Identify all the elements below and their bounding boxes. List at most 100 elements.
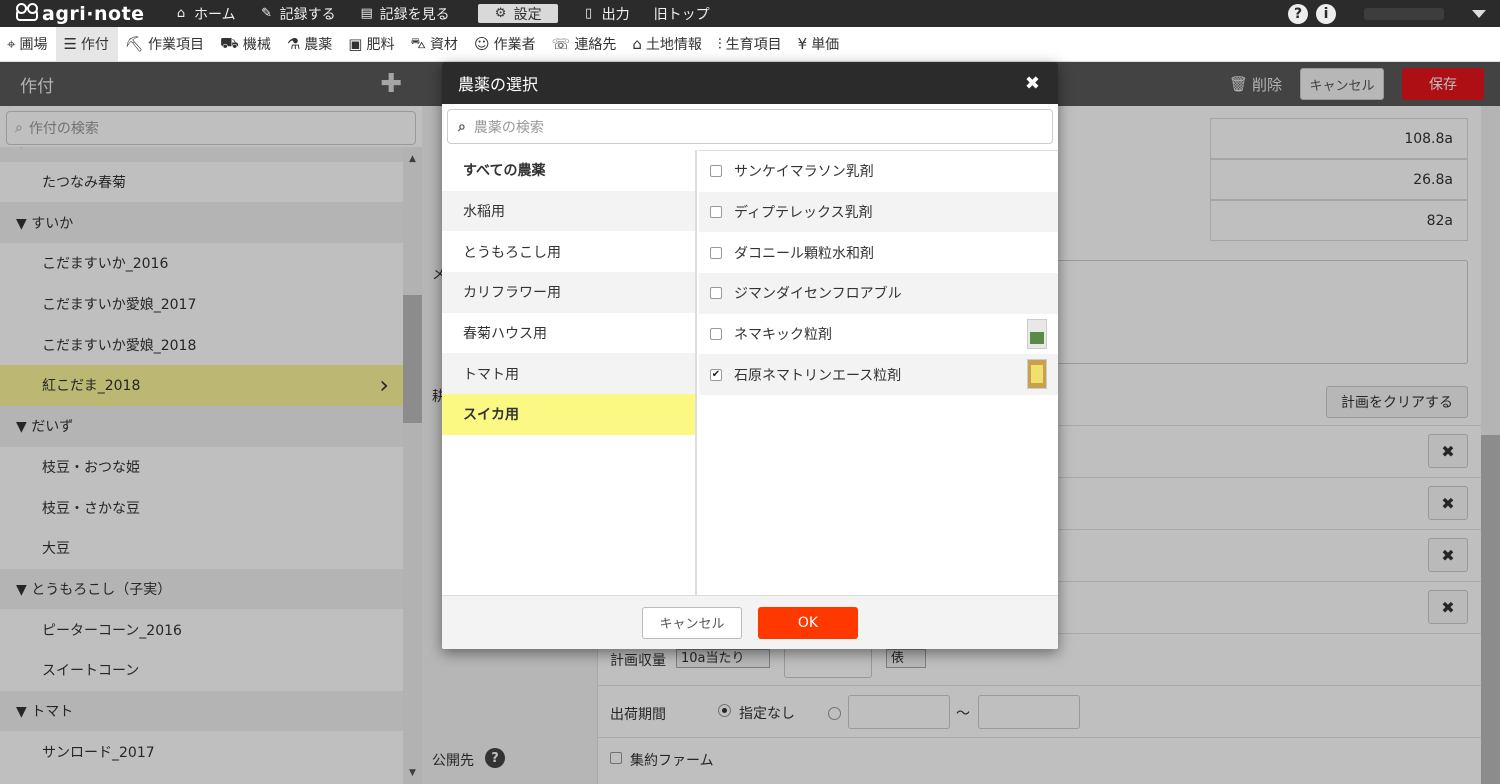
subnav-item[interactable]: ☺ 作業者 bbox=[467, 27, 545, 61]
subnav-label: 生育項目 bbox=[725, 37, 782, 53]
pesticide-item-label: サンケイマラソン乳剤 bbox=[734, 164, 874, 181]
user-menu-caret-icon[interactable] bbox=[1472, 9, 1486, 18]
subnav-label: 作業者 bbox=[493, 37, 536, 53]
modal-ok-button[interactable]: OK bbox=[758, 606, 858, 639]
topnav-item[interactable]: ▯ 出力 bbox=[578, 0, 650, 27]
tractor-icon: ⛟ bbox=[219, 34, 239, 52]
topnav-label: 設定 bbox=[513, 6, 542, 23]
logo-text: agri·note bbox=[42, 2, 145, 25]
pesticide-item-row[interactable]: サンケイマラソン乳剤 bbox=[699, 151, 1058, 192]
pesticide-item-row[interactable]: ネマキック粒剤 bbox=[699, 314, 1058, 355]
yen-icon: ¥ bbox=[797, 35, 808, 53]
subnav-item[interactable]: ¥ 単価 bbox=[791, 27, 849, 61]
topnav-item[interactable]: ✎ 記録する bbox=[256, 0, 356, 27]
topnav-item[interactable]: 旧トップ bbox=[650, 0, 730, 27]
subnav-item[interactable]: ☏ 連絡先 bbox=[545, 27, 626, 61]
subnav-item[interactable]: ⚗ 農薬 bbox=[280, 27, 341, 61]
topnav-label: 記録を見る bbox=[379, 6, 450, 23]
topnav-label: 記録する bbox=[279, 6, 336, 23]
pesticide-item-row[interactable]: ディプテレックス乳剤 bbox=[699, 191, 1058, 233]
pesticide-checkbox[interactable]: ✔ bbox=[710, 368, 722, 381]
topnav-label: 出力 bbox=[601, 6, 630, 23]
pesticide-item-list: サンケイマラソン乳剤 ディプテレックス乳剤 ダコニール顆粒水和剤ジマンダイセンフロア… bbox=[699, 150, 1058, 595]
person-icon: ☺ bbox=[473, 35, 490, 53]
pesticide-checkbox[interactable] bbox=[710, 328, 722, 341]
topnav-item[interactable]: ⌂ ホーム bbox=[170, 0, 256, 27]
work-icon: ⛏ bbox=[124, 35, 144, 53]
help-icon[interactable]: ? bbox=[1288, 3, 1308, 24]
pesticide-checkbox[interactable] bbox=[710, 165, 722, 178]
map-pin-icon: ⌖ bbox=[7, 35, 16, 53]
subnav-item[interactable]: ⛟ 機械 bbox=[213, 27, 280, 61]
pesticide-category-item[interactable]: すべての農薬 bbox=[442, 150, 695, 191]
list-icon: ☰ bbox=[63, 35, 77, 53]
topnav-item[interactable]: ▤ 記録を見る bbox=[356, 0, 470, 27]
pesticide-item-row[interactable]: ジマンダイセンフロアブル bbox=[699, 273, 1058, 314]
info-icon[interactable]: i bbox=[1316, 3, 1336, 24]
pesticide-category-item[interactable]: 春菊ハウス用 bbox=[442, 313, 695, 354]
subnav-item[interactable]: ☰ 作付 bbox=[56, 27, 118, 61]
subnav-label: 機械 bbox=[242, 37, 271, 53]
pesticide-category-item[interactable]: スイカ用 bbox=[442, 394, 695, 435]
pesticide-category-item[interactable]: トマト用 bbox=[442, 353, 695, 395]
pesticide-item-label: ディプテレックス乳剤 bbox=[734, 205, 873, 222]
modal-header: 農薬の選択 ✖ bbox=[442, 62, 1058, 104]
user-name-blurred[interactable] bbox=[1364, 7, 1444, 20]
pesticide-search-placeholder: 農薬の検索 bbox=[473, 119, 544, 136]
subnav-item[interactable]: ▣ 肥料 bbox=[341, 27, 403, 61]
subnav-label: 圃場 bbox=[19, 37, 48, 53]
subnav-label: 農薬 bbox=[304, 37, 333, 53]
subnav-label: 単価 bbox=[811, 37, 840, 53]
growth-icon: ⫶ bbox=[717, 35, 722, 53]
pesticide-item-label: ジマンダイセンフロアブル bbox=[734, 286, 902, 303]
subnav-item[interactable]: ⛏ 作業項目 bbox=[118, 27, 213, 61]
search-icon: ⌕ bbox=[458, 118, 466, 135]
pesticide-category-list: すべての農薬 水稲用 とうもろこし用 カリフラワー用 春菊ハウス用 トマト用 スイカ用 bbox=[442, 150, 697, 595]
subnav-item[interactable]: ⌖ 圃場 bbox=[0, 27, 56, 61]
npk-icon: ▣ bbox=[348, 35, 363, 53]
frog-logo-icon bbox=[16, 2, 38, 21]
subnav-label: 作業項目 bbox=[147, 37, 204, 53]
file-icon: ▯ bbox=[585, 6, 593, 21]
modal-cancel-button[interactable]: キャンセル bbox=[642, 606, 742, 639]
modal-footer: キャンセル OK bbox=[442, 595, 1058, 649]
subnav-label: 作付 bbox=[80, 37, 109, 53]
pesticide-checkbox[interactable] bbox=[710, 246, 722, 259]
subnav-label: 肥料 bbox=[366, 37, 395, 53]
pesticide-item-label: ダコニール顆粒水和剤 bbox=[734, 245, 874, 262]
top-right-controls: ? i bbox=[1288, 0, 1500, 27]
pencil-icon: ✎ bbox=[261, 6, 273, 21]
topnav-item[interactable]: ⚙ 設定 bbox=[477, 4, 558, 23]
pesticide-item-row[interactable]: ✔ 石原ネマトリンエース粒剤 bbox=[699, 354, 1058, 396]
pesticide-item-label: ネマキック粒剤 bbox=[734, 327, 832, 344]
pesticide-checkbox[interactable] bbox=[710, 287, 722, 300]
topnav-label: 旧トップ bbox=[653, 6, 710, 23]
close-icon[interactable]: ✖ bbox=[1025, 73, 1040, 94]
modal-title: 農薬の選択 bbox=[458, 75, 539, 94]
subnav-item[interactable]: ⫶ 生育項目 bbox=[711, 27, 791, 61]
pesticide-item-label: 石原ネマトリンエース粒剤 bbox=[734, 367, 902, 384]
pesticide-search-input[interactable]: ⌕ 農薬の検索 bbox=[447, 109, 1053, 144]
subnav-item[interactable]: ⌂ 土地情報 bbox=[625, 27, 711, 61]
pesticide-checkbox[interactable] bbox=[710, 206, 722, 219]
pesticide-select-modal: 農薬の選択 ✖ ⌕ 農薬の検索 すべての農薬 水稲用 とうもろこし用 カリフラワー用春… bbox=[442, 62, 1058, 649]
pesticide-category-item[interactable]: カリフラワー用 bbox=[442, 272, 695, 313]
app-logo[interactable]: agri·note bbox=[0, 2, 170, 25]
product-thumbnail-image bbox=[1027, 318, 1047, 349]
subnav-item[interactable]: ⛍ 資材 bbox=[403, 27, 466, 61]
wheelbarrow-icon: ⛍ bbox=[410, 34, 426, 52]
pesticide-category-item[interactable]: 水稲用 bbox=[442, 190, 695, 232]
topnav-label: ホーム bbox=[194, 6, 236, 23]
product-thumbnail-image bbox=[1027, 359, 1047, 390]
top-nav-menu: ⌂ ホーム ✎ 記録する ▤ 記録を見る ⚙ 設定 ▯ 出力 旧トップ bbox=[170, 0, 730, 27]
pesticide-item-row[interactable]: ダコニール顆粒水和剤 bbox=[699, 232, 1058, 273]
settings-subnav: ⌖ 圃場 ☰ 作付 ⛏ 作業項目 ⛟ 機械 ⚗ 農薬 ▣ 肥料 ⛍ 資材 ☺ 作業者 ☏ 連絡先 ⌂ 土地情報 ⫶ 生育項… bbox=[0, 27, 1500, 62]
flask-icon: ⚗ bbox=[286, 35, 301, 53]
top-navbar: agri·note ⌂ ホーム ✎ 記録する ▤ 記録を見る ⚙ 設定 ▯ 出力 旧トップ ? i bbox=[0, 0, 1500, 27]
subnav-label: 土地情報 bbox=[645, 37, 702, 53]
subnav-label: 連絡先 bbox=[574, 37, 617, 53]
subnav-label: 資材 bbox=[429, 37, 458, 53]
pesticide-category-item[interactable]: とうもろこし用 bbox=[442, 231, 695, 272]
gear-icon: ⚙ bbox=[494, 6, 507, 21]
book-icon: ▤ bbox=[360, 6, 373, 21]
